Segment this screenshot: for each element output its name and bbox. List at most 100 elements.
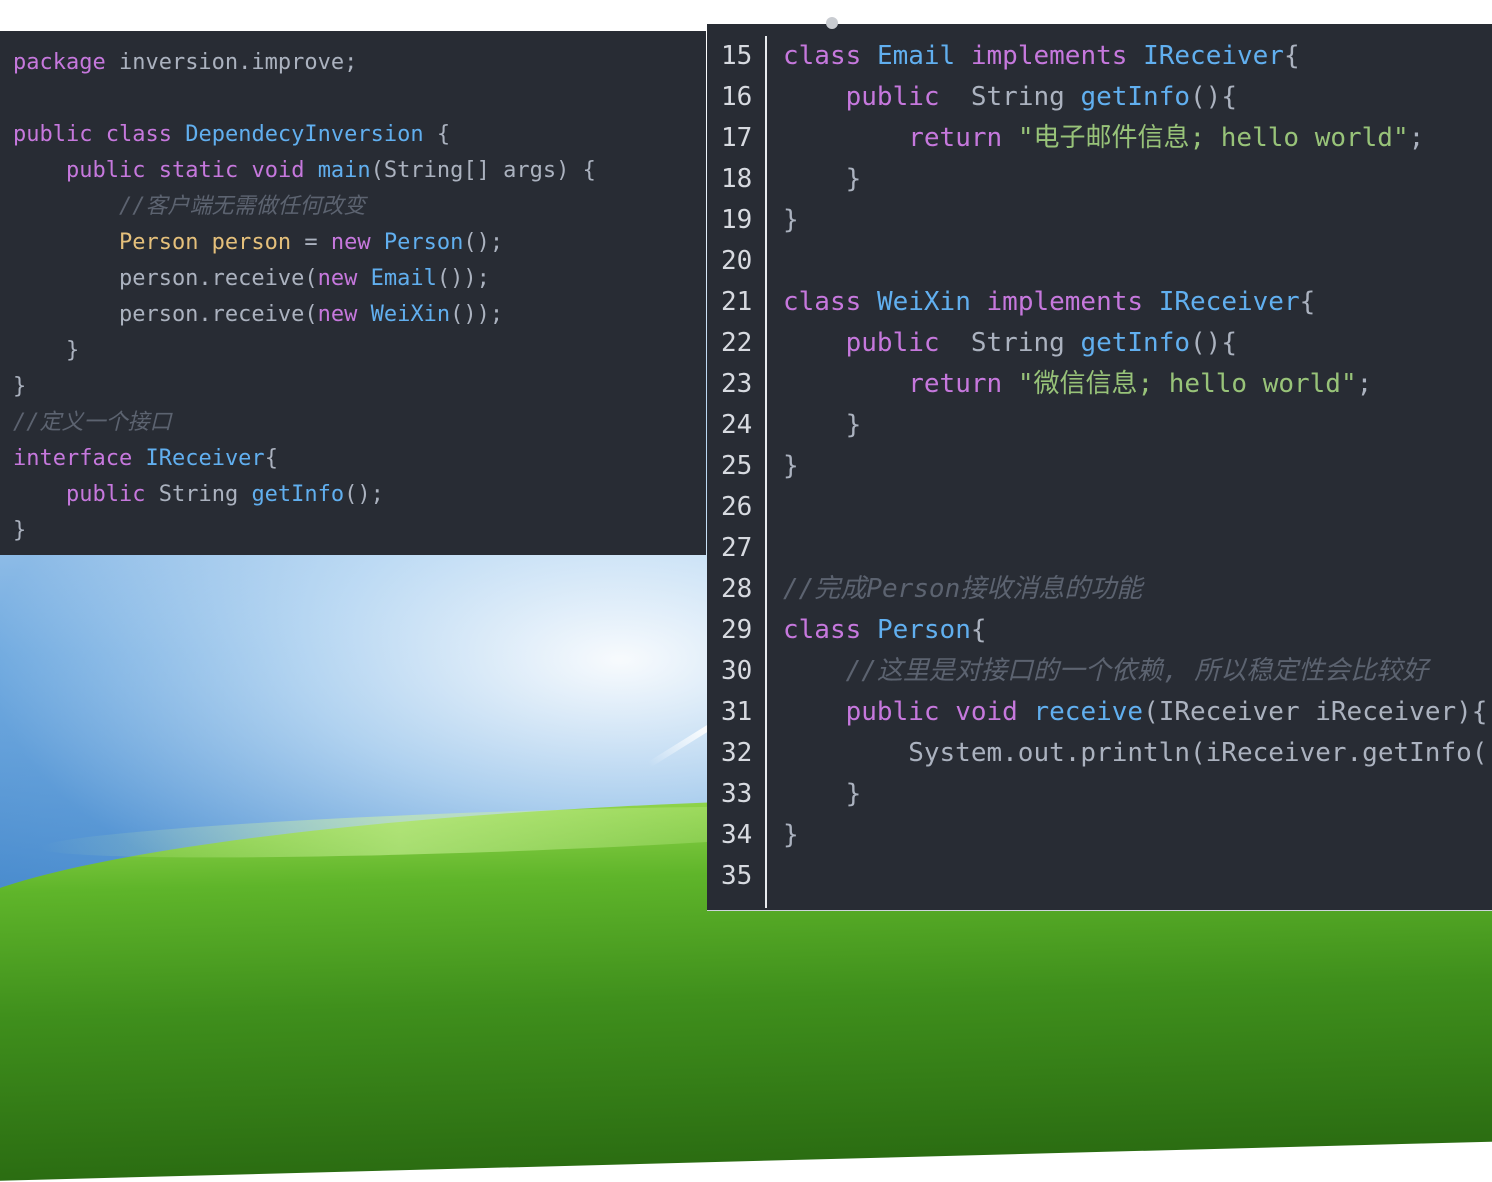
line-code: } xyxy=(783,200,799,241)
code-token: //这里是对接口的一个依赖, 所以稳定性会比较好 xyxy=(845,656,1429,686)
line-number: 30 xyxy=(721,656,753,686)
code-token: Email xyxy=(876,41,956,71)
code-token: } xyxy=(13,338,80,363)
code-token: public xyxy=(845,82,940,112)
code-editor-right[interactable]: 15 class Email implements IReceiver{16 pu… xyxy=(707,24,1492,911)
code-token: getInfo xyxy=(251,482,345,507)
line-number: 15 xyxy=(721,41,753,71)
code-line: //客户端无需做任何改变 xyxy=(13,189,596,225)
line-code: } xyxy=(783,405,862,446)
code-token: class xyxy=(783,41,862,71)
code-token: (IReceiver iReceiver){ xyxy=(1143,697,1488,727)
code-token: implements xyxy=(970,41,1128,71)
code-token: String xyxy=(939,328,1081,358)
line-code: } xyxy=(783,815,799,856)
code-line: } xyxy=(13,369,596,405)
code-token: public xyxy=(13,122,93,147)
code-token: "微信信息; hello world" xyxy=(1017,369,1357,399)
line-number: 24 xyxy=(721,410,753,440)
line-number: 32 xyxy=(721,738,753,768)
code-token: } xyxy=(783,205,799,235)
code-editor-left[interactable]: package inversion.improve; public class D… xyxy=(0,31,706,555)
code-token: ()); xyxy=(436,266,490,291)
code-token: implements xyxy=(986,287,1144,317)
line-code: //这里是对接口的一个依赖, 所以稳定性会比较好 xyxy=(783,651,1429,692)
code-token: main xyxy=(317,158,371,183)
code-token: (){ xyxy=(1190,328,1237,358)
code-token: receive xyxy=(1033,697,1144,727)
line-number: 29 xyxy=(721,615,753,645)
code-token: { xyxy=(264,446,278,471)
code-token: String xyxy=(939,82,1081,112)
line-code: return "电子邮件信息; hello world"; xyxy=(783,118,1424,159)
line-number: 28 xyxy=(721,574,753,604)
code-token: IReceiver xyxy=(1158,287,1300,317)
line-number: 16 xyxy=(721,82,753,112)
code-token: new xyxy=(330,230,371,255)
code-token: new xyxy=(317,302,358,327)
line-code: //完成Person接收消息的功能 xyxy=(783,569,1142,610)
code-line: } xyxy=(13,513,596,549)
code-token: new xyxy=(317,266,358,291)
line-number: 33 xyxy=(721,779,753,809)
line-number: 17 xyxy=(721,123,753,153)
code-token: void xyxy=(955,697,1018,727)
line-number: 26 xyxy=(721,492,753,522)
code-token: { xyxy=(1299,287,1316,317)
line-code: } xyxy=(783,446,799,487)
code-token: { xyxy=(423,122,451,147)
code-line: } xyxy=(13,333,596,369)
code-line: public class DependecyInversion { xyxy=(13,117,596,153)
code-token: public xyxy=(65,482,146,507)
code-token: //定义一个接口 xyxy=(13,410,172,435)
code-line: Person person = new Person(); xyxy=(13,225,596,261)
code-token: class xyxy=(105,122,172,147)
code-token: public xyxy=(65,158,146,183)
code-token: ; xyxy=(1408,123,1425,153)
code-token: public xyxy=(845,328,940,358)
code-token: (){ xyxy=(1190,82,1237,112)
code-line: public String getInfo(); xyxy=(13,477,596,513)
code-token: IReceiver xyxy=(1143,41,1284,71)
line-number: 25 xyxy=(721,451,753,481)
line-code: public String getInfo(){ xyxy=(783,77,1237,118)
code-line: package inversion.improve; xyxy=(13,45,596,81)
line-code: class WeiXin implements IReceiver{ xyxy=(783,282,1315,323)
line-number: 23 xyxy=(721,369,753,399)
code-line: public static void main(String[] args) { xyxy=(13,153,596,189)
code-token: class xyxy=(783,287,862,317)
code-token: WeiXin xyxy=(370,302,451,327)
code-token: DependecyInversion xyxy=(185,122,424,147)
code-token: { xyxy=(970,615,987,645)
code-token: String xyxy=(145,482,252,507)
code-token: return xyxy=(908,123,1003,153)
code-line: person.receive(new Email()); xyxy=(13,261,596,297)
line-number: 20 xyxy=(721,246,753,276)
code-token: ()); xyxy=(450,302,504,327)
code-token: void xyxy=(251,158,305,183)
window-control-dot xyxy=(826,17,838,29)
code-line: interface IReceiver{ xyxy=(13,441,596,477)
line-number: 34 xyxy=(721,820,753,850)
line-code: class Email implements IReceiver{ xyxy=(783,36,1300,77)
code-token: Person person xyxy=(118,230,292,255)
